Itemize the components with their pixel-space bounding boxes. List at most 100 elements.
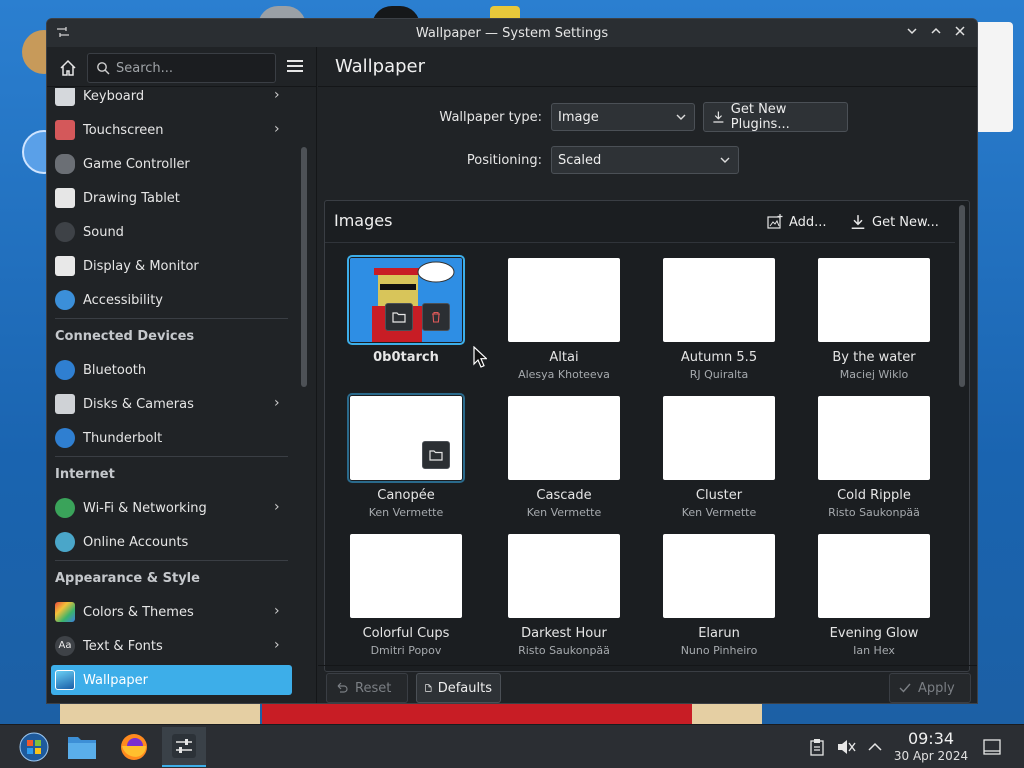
wallpaper-author: Ken Vermette — [681, 506, 757, 519]
sidebar-item-accessibility[interactable]: Accessibility — [51, 285, 292, 315]
wallpaper-tile[interactable]: Autumn 5.5 RJ Quiralta — [663, 258, 775, 388]
wallpaper-tile[interactable]: Canopée Ken Vermette — [347, 393, 465, 526]
wallpaper-icon — [55, 670, 75, 690]
wallpaper-tile[interactable]: By the water Maciej Wiklo — [818, 258, 930, 388]
sidebar-item-text-fonts[interactable]: Aa Text & Fonts › — [51, 631, 292, 661]
sidebar-list: Keyboard › Touchscreen › Game Controller… — [47, 88, 297, 703]
reset-button[interactable]: Reset — [326, 673, 408, 703]
wallpaper-name: 0b0tarch — [373, 350, 439, 365]
sidebar-item-wifi-networking[interactable]: Wi-Fi & Networking › — [51, 493, 292, 523]
positioning-select[interactable]: Scaled — [551, 146, 739, 174]
chevron-right-icon: › — [274, 603, 280, 619]
get-new-wallpapers-button[interactable]: Get New... — [850, 209, 939, 235]
sidebar-item-wallpaper[interactable]: Wallpaper — [51, 665, 292, 695]
tray-expand-icon[interactable] — [865, 737, 885, 757]
undo-icon — [337, 682, 348, 693]
clock-time[interactable]: 09:34 — [896, 729, 966, 748]
chevron-right-icon: › — [274, 395, 280, 411]
clipboard-icon[interactable] — [807, 737, 827, 757]
sidebar-item-sound[interactable]: Sound — [51, 217, 292, 247]
sidebar-category-internet: Internet — [55, 467, 115, 482]
wallpaper-thumbnail — [663, 534, 775, 618]
sidebar-category-connected-devices: Connected Devices — [55, 329, 195, 344]
hamburger-menu-button[interactable] — [285, 57, 305, 77]
wallpaper-tile[interactable]: Cluster Ken Vermette — [663, 396, 775, 526]
firefox-icon — [121, 734, 147, 760]
open-folder-button[interactable] — [422, 441, 450, 469]
wallpaper-tile[interactable]: 0b0tarch — [347, 255, 465, 388]
chevron-right-icon: › — [274, 637, 280, 653]
minimize-button[interactable] — [903, 23, 921, 43]
wallpaper-type-label: Wallpaper type: — [439, 110, 542, 125]
sidebar-item-label: Text & Fonts — [83, 638, 163, 654]
wallpaper-tile[interactable]: Altai Alesya Khoteeva — [508, 258, 620, 388]
start-menu-button[interactable] — [12, 727, 56, 767]
wallpaper-type-select[interactable]: Image — [551, 103, 695, 131]
wallpaper-thumbnail — [508, 534, 620, 618]
sidebar-item-touchscreen[interactable]: Touchscreen › — [51, 115, 292, 145]
chevron-right-icon: › — [274, 121, 280, 137]
open-folder-button[interactable] — [385, 303, 413, 331]
wallpaper-author: Ian Hex — [853, 644, 895, 657]
defaults-label: Defaults — [437, 680, 492, 696]
add-image-button[interactable]: Add... — [767, 209, 827, 235]
wallpaper-thumbnail — [663, 258, 775, 342]
folder-icon — [68, 737, 96, 759]
window-menu-icon[interactable] — [55, 25, 71, 41]
sidebar-item-bluetooth[interactable]: Bluetooth — [51, 355, 292, 385]
sidebar-item-keyboard[interactable]: Keyboard › — [51, 88, 292, 111]
show-desktop-icon[interactable] — [982, 737, 1002, 757]
apply-button[interactable]: Apply — [889, 673, 971, 703]
chevron-down-icon — [676, 114, 686, 120]
wallpaper-author: Nuno Pinheiro — [680, 644, 758, 657]
wallpaper-tile[interactable]: Colorful Cups Dmitri Popov — [350, 534, 462, 664]
wallpaper-tile[interactable]: Elarun Nuno Pinheiro — [663, 534, 775, 664]
taskbar-file-manager[interactable] — [60, 727, 104, 767]
sidebar-scrollbar[interactable] — [301, 147, 307, 387]
sidebar-item-colors-themes[interactable]: Colors & Themes › — [51, 597, 292, 627]
wallpaper-tile[interactable]: Cold Ripple Risto Saukonpää — [818, 396, 930, 526]
system-settings-window: Wallpaper — System Settings Search... Ke… — [46, 18, 978, 704]
wallpaper-name: Elarun — [698, 626, 740, 641]
wallpaper-thumbnail — [818, 396, 930, 480]
search-input[interactable] — [116, 60, 266, 76]
get-new-plugins-button[interactable]: Get New Plugins... — [703, 102, 848, 132]
wallpaper-thumbnail — [350, 534, 462, 618]
sidebar-item-thunderbolt[interactable]: Thunderbolt — [51, 423, 292, 453]
sidebar-item-label: Touchscreen — [83, 122, 164, 138]
sidebar-item-drawing-tablet[interactable]: Drawing Tablet — [51, 183, 292, 213]
taskbar-firefox[interactable] — [112, 727, 156, 767]
wallpaper-tile[interactable]: Cascade Ken Vermette — [508, 396, 620, 526]
checkmark-icon — [899, 683, 911, 693]
images-scrollbar[interactable] — [959, 205, 965, 387]
search-box[interactable] — [87, 53, 276, 83]
close-button[interactable] — [951, 23, 969, 43]
volume-muted-icon[interactable] — [836, 737, 856, 757]
sidebar-item-online-accounts[interactable]: Online Accounts — [51, 527, 292, 557]
sidebar-item-disks-cameras[interactable]: Disks & Cameras › — [51, 389, 292, 419]
sidebar: Keyboard › Touchscreen › Game Controller… — [47, 47, 317, 703]
footer-bar: Reset Defaults Apply — [318, 665, 977, 703]
thunderbolt-icon — [55, 428, 75, 448]
home-button[interactable] — [55, 55, 81, 81]
wallpaper-tile[interactable]: Darkest Hour Risto Saukonpää — [508, 534, 620, 664]
chevron-right-icon: › — [274, 499, 280, 515]
mouse-cursor-icon — [473, 345, 489, 372]
wallpaper-author: Dmitri Popov — [370, 644, 442, 657]
window-titlebar[interactable]: Wallpaper — System Settings — [47, 19, 977, 47]
taskbar-system-settings[interactable] — [162, 727, 206, 767]
wallpaper-name: Cold Ripple — [837, 488, 911, 503]
sidebar-item-label: Drawing Tablet — [83, 190, 180, 206]
clock-date[interactable]: 30 Apr 2024 — [888, 749, 974, 763]
defaults-button[interactable]: Defaults — [416, 673, 501, 703]
display-icon — [55, 256, 75, 276]
delete-wallpaper-button[interactable] — [422, 303, 450, 331]
sidebar-item-display-monitor[interactable]: Display & Monitor — [51, 251, 292, 281]
maximize-button[interactable] — [927, 23, 945, 43]
chevron-right-icon: › — [274, 88, 280, 103]
sidebar-item-game-controller[interactable]: Game Controller — [51, 149, 292, 179]
wallpaper-tile[interactable]: Evening Glow Ian Hex — [818, 534, 930, 664]
settings-sliders-icon — [172, 734, 196, 758]
sidebar-header — [47, 47, 317, 87]
touchscreen-icon — [55, 120, 75, 140]
